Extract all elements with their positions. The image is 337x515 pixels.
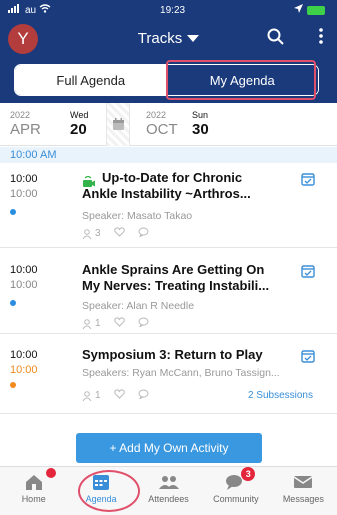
session-item[interactable]: 10:00 10:00 Ankle Sprains Are Getting On… [0,248,337,334]
session-end-time: 10:00 [10,188,38,200]
time-section-header: 10:00 AM [0,147,337,163]
search-icon[interactable] [267,28,285,51]
session-title-line2: Ankle Instability ~Arthros... [82,186,251,201]
person-icon [82,390,92,401]
session-title-line1: Ankle Sprains Are Getting On [82,262,265,277]
caret-down-icon [187,30,200,47]
tab-agenda[interactable]: Agenda [67,467,134,515]
session-end-time: 10:00 [10,364,38,376]
tab-community[interactable]: 3 Community [202,467,269,515]
attendee-count-value: 1 [95,318,101,329]
calendar-icon[interactable] [112,118,125,134]
wifi-icon [39,4,51,16]
session-title-line1: Up-to-Date for Chronic [102,170,243,185]
session-meta: 3 [82,227,149,240]
session-end-time: 10:00 [10,279,38,291]
location-icon [294,4,303,16]
tab-full-agenda[interactable]: Full Agenda [15,65,167,95]
calendar-added-icon[interactable] [301,172,315,191]
agenda-segmented-control: Full Agenda My Agenda [14,64,319,96]
app-header: au 19:23 Y Tracks Full Agenda My Agenda [0,0,337,103]
status-time: 19:23 [160,4,186,16]
start-weekday: Wed [70,110,89,120]
attendee-count: 3 [82,228,101,239]
person-icon [82,228,92,239]
end-day: 30 [192,121,209,138]
start-month: APR [10,121,41,138]
tracks-dropdown[interactable]: Tracks [0,30,337,47]
tab-messages-label: Messages [282,494,324,504]
calendar-added-icon[interactable] [301,349,315,368]
end-date-year-month: 2022 OCT [146,110,178,139]
tab-community-label: Community [213,494,259,504]
attendee-count-value: 3 [95,228,101,239]
nav-bar: Y Tracks [0,20,337,60]
start-date-day: Wed 20 [70,110,88,139]
session-title-line1: Symposium 3: Return to Play [82,347,263,362]
session-track-dot [10,300,16,306]
comment-icon[interactable] [138,317,149,330]
session-speaker: Speaker: Masato Takao [82,210,193,222]
subsessions-link[interactable]: 2 Subsessions [248,390,313,401]
tab-home[interactable]: Home [0,467,67,515]
heart-icon[interactable] [113,389,125,402]
tab-attendees[interactable]: Attendees [135,467,202,515]
bottom-tab-bar: Home Agenda Attendees 3 Community Messag… [0,466,337,515]
comment-icon[interactable] [138,389,149,402]
end-weekday: Sun [192,110,209,120]
tab-my-agenda[interactable]: My Agenda [166,65,318,95]
session-time: 10:00 10:00 [10,348,38,378]
session-meta: 1 [82,389,149,402]
start-year: 2022 [10,110,31,120]
heart-icon[interactable] [113,227,125,240]
session-time: 10:00 10:00 [10,263,38,293]
envelope-icon [292,473,314,491]
session-title-line2: My Nerves: Treating Instabili... [82,278,270,293]
session-start-time: 10:00 [10,173,38,185]
session-track-dot [10,382,16,388]
session-speaker: Speakers: Ryan McCann, Bruno Tassign... [82,367,280,379]
tab-home-label: Home [21,494,46,504]
people-icon [158,473,180,491]
nav-title-label: Tracks [137,30,183,47]
start-date-year-month: 2022 APR [10,110,41,139]
session-time: 10:00 10:00 [10,172,38,202]
tab-agenda-label: Agenda [85,494,117,504]
session-track-dot [10,209,16,215]
status-bar: au 19:23 [0,0,337,20]
more-options-icon[interactable] [319,28,323,49]
session-start-time: 10:00 [10,264,38,276]
person-icon [82,318,92,329]
tab-attendees-label: Attendees [148,494,189,504]
battery-icon [307,5,325,15]
carrier-label: au [25,4,37,16]
attendee-count-value: 1 [95,390,101,401]
end-date-day: Sun 30 [192,110,209,139]
signal-icon [8,4,22,16]
calendar-icon [90,473,112,491]
attendee-count: 1 [82,318,101,329]
start-day: 20 [70,121,87,138]
session-meta: 1 [82,317,149,330]
add-own-activity-button[interactable]: + Add My Own Activity [76,433,262,463]
end-year: 2022 [146,110,167,120]
home-icon [23,473,45,491]
session-item[interactable]: 10:00 10:00 Symposium 3: Return to Play … [0,334,337,414]
home-notification-dot [46,468,56,478]
comment-icon[interactable] [138,227,149,240]
community-badge: 3 [241,467,256,481]
session-speaker: Speaker: Alan R Needle [82,300,195,312]
tab-messages[interactable]: Messages [270,467,337,515]
calendar-added-icon[interactable] [301,264,315,283]
session-start-time: 10:00 [10,349,38,361]
heart-icon[interactable] [113,317,125,330]
date-range-bar[interactable]: 2022 APR Wed 20 2022 OCT Sun 30 [0,103,337,146]
end-month: OCT [146,121,178,138]
session-item[interactable]: 10:00 10:00 Up-to-Date for Chronic Ankle… [0,164,337,248]
attendee-count: 1 [82,390,101,401]
